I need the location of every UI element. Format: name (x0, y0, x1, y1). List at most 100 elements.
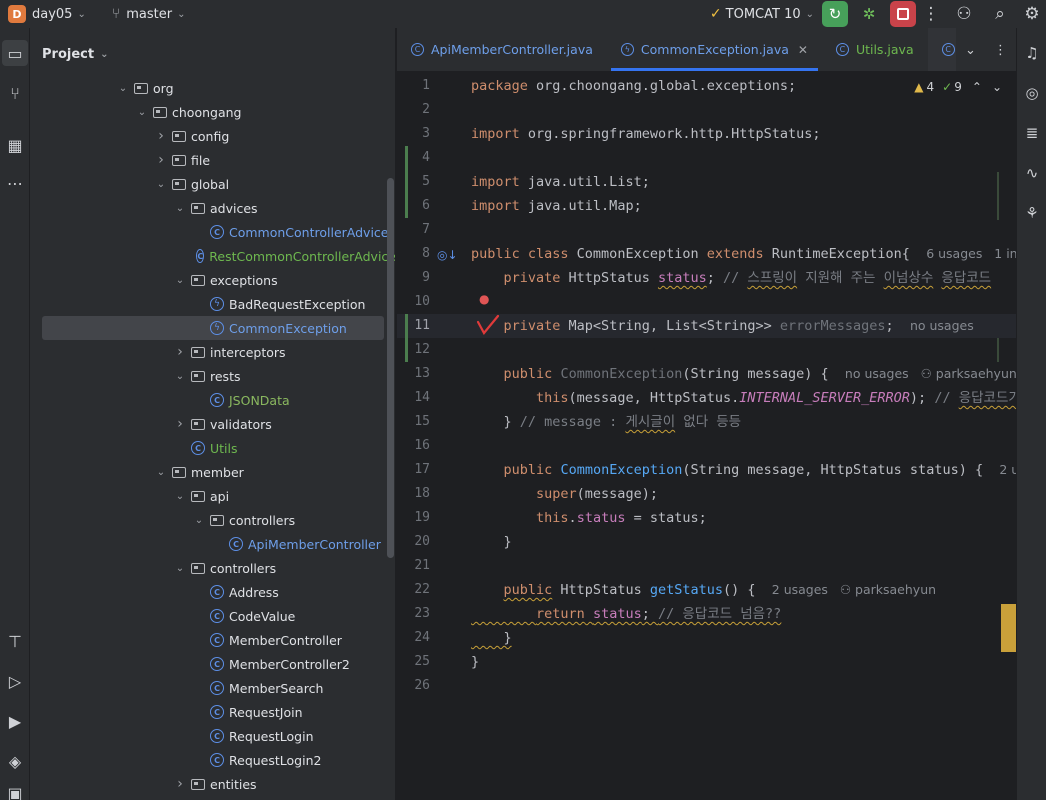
chevron-down-icon[interactable]: ⌄ (806, 9, 814, 20)
tree-item-codevalue[interactable]: C CodeValue (30, 604, 395, 628)
tree-item-validators[interactable]: › validators (30, 412, 395, 436)
chevron-right-icon[interactable]: › (154, 152, 168, 168)
tree-item-membersearch[interactable]: C MemberSearch (30, 676, 395, 700)
line-number[interactable]: 25 (397, 654, 430, 669)
code-line[interactable]: import java.util.List; (471, 170, 650, 194)
stop-button[interactable] (890, 1, 916, 27)
gear-icon[interactable]: ⚙ (1018, 4, 1046, 24)
line-number[interactable]: 15 (397, 414, 430, 429)
code-line[interactable]: } (471, 530, 512, 554)
more-actions-icon[interactable]: ⋮ (916, 4, 946, 24)
notifications-icon[interactable]: ♫ (1017, 40, 1046, 66)
tree-item-address[interactable]: C Address (30, 580, 395, 604)
tree-item-advices[interactable]: ⌄ advices (30, 196, 395, 220)
tree-item-org[interactable]: ⌄ org (30, 76, 395, 100)
override-gutter-icon[interactable]: ◎↓ (437, 248, 458, 262)
chevron-down-icon[interactable]: ⌄ (992, 80, 1002, 94)
code-line[interactable]: private HttpStatus status; // 스프링이 지원해 주… (471, 266, 992, 290)
line-number[interactable]: 2 (397, 102, 430, 117)
line-number[interactable]: 9 (397, 270, 430, 285)
tree-item-entities[interactable]: › entities (30, 772, 395, 796)
tree-item-config[interactable]: › config (30, 124, 395, 148)
line-number[interactable]: 17 (397, 462, 430, 477)
chevron-down-icon[interactable]: ⌄ (177, 9, 185, 20)
rerun-button[interactable]: ↻ (822, 1, 848, 27)
services-icon[interactable]: ▷ (0, 668, 30, 694)
line-number[interactable]: 18 (397, 486, 430, 501)
line-number[interactable]: 21 (397, 558, 430, 573)
line-number[interactable]: 11 (397, 318, 430, 333)
line-number[interactable]: 22 (397, 582, 430, 597)
build-icon[interactable]: ⊤ (0, 628, 30, 654)
tree-item-controllers[interactable]: ⌄ controllers (30, 508, 395, 532)
line-number[interactable]: 7 (397, 222, 430, 237)
line-number[interactable]: 5 (397, 174, 430, 189)
run-icon[interactable]: ▶ (0, 708, 30, 734)
code-line[interactable]: public class CommonException extends Run… (471, 242, 1016, 266)
code-line[interactable]: import java.util.Map; (471, 194, 642, 218)
line-number[interactable]: 8 (397, 246, 430, 261)
chevron-down-icon[interactable]: ⌄ (100, 49, 108, 60)
tree-item-utils[interactable]: C Utils (30, 436, 395, 460)
chevron-down-icon[interactable]: ⌄ (173, 563, 187, 574)
run-configuration[interactable]: TOMCAT 10 (726, 7, 801, 22)
line-number[interactable]: 14 (397, 390, 430, 405)
project-badge[interactable]: D (8, 5, 26, 23)
database-icon[interactable]: ≣ (1017, 120, 1046, 146)
code-editor[interactable]: 1 package org.choongang.global.exceptions… (397, 72, 1016, 800)
branch-name[interactable]: master (126, 7, 172, 22)
line-number[interactable]: 24 (397, 630, 430, 645)
chevron-down-icon[interactable]: ⌄ (154, 179, 168, 190)
tree-item-file[interactable]: › file (30, 148, 395, 172)
line-number[interactable]: 16 (397, 438, 430, 453)
line-number[interactable]: 4 (397, 150, 430, 165)
close-icon[interactable]: ✕ (798, 43, 808, 57)
code-line[interactable]: this(message, HttpStatus.INTERNAL_SERVER… (471, 386, 1016, 410)
endpoints-icon[interactable]: ∿ (1017, 160, 1046, 186)
chevron-down-icon[interactable]: ⌄ (965, 43, 976, 58)
tree-item-commonexception[interactable]: ϟ CommonException (42, 316, 384, 340)
chevron-right-icon[interactable]: › (173, 344, 187, 360)
tree-item-commoncontrolleradvice[interactable]: C CommonControllerAdvice (30, 220, 395, 244)
tree-item-exceptions[interactable]: ⌄ exceptions (30, 268, 395, 292)
structure-icon[interactable]: ▦ (0, 132, 30, 158)
commit-icon[interactable]: ⑂ (0, 80, 30, 106)
chevron-down-icon[interactable]: ⌄ (173, 491, 187, 502)
code-line[interactable]: return status; // 응답코드 넘음?? (471, 602, 781, 626)
line-number[interactable]: 12 (397, 342, 430, 357)
code-line[interactable]: private Map<String, List<String>> errorM… (471, 314, 974, 338)
chevron-right-icon[interactable]: › (173, 416, 187, 432)
add-user-icon[interactable]: ⚇ (946, 4, 982, 24)
python-console-icon[interactable]: ⚘ (1017, 200, 1046, 226)
more-actions-icon[interactable]: ⋮ (994, 43, 1007, 58)
tree-item-membercontroller2[interactable]: C MemberController2 (30, 652, 395, 676)
code-line[interactable]: public CommonException(String message, H… (471, 458, 1016, 482)
code-line[interactable]: import org.springframework.http.HttpStat… (471, 122, 821, 146)
tree-item-requestlogin2[interactable]: C RequestLogin2 (30, 748, 395, 772)
chevron-down-icon[interactable]: ⌄ (77, 9, 85, 20)
tab-commonexception-java[interactable]: ϟ CommonException.java ✕ (607, 28, 822, 71)
chevron-down-icon[interactable]: ⌄ (173, 275, 187, 286)
project-panel-header[interactable]: Project ⌄ (30, 28, 395, 80)
code-line[interactable]: package org.choongang.global.exceptions; (471, 74, 796, 98)
tree-item-global[interactable]: ⌄ global (30, 172, 395, 196)
code-line[interactable]: public CommonException(String message) {… (471, 362, 1016, 386)
chevron-down-icon[interactable]: ⌄ (116, 83, 130, 94)
tree-item-requestlogin[interactable]: C RequestLogin (30, 724, 395, 748)
tree-item-choongang[interactable]: ⌄ choongang (30, 100, 395, 124)
line-number[interactable]: 20 (397, 534, 430, 549)
scrollbar-warning-marker[interactable] (1001, 604, 1016, 652)
layers-icon[interactable]: ◈ (0, 748, 30, 774)
code-line[interactable]: public HttpStatus getStatus() { 2 usages… (471, 578, 937, 602)
tree-item-controllers[interactable]: ⌄ controllers (30, 556, 395, 580)
tree-item-member[interactable]: ⌄ member (30, 460, 395, 484)
code-line[interactable]: super(message); (471, 482, 658, 506)
terminal-icon[interactable]: ▣ (0, 780, 30, 800)
chevron-up-icon[interactable]: ⌃ (972, 80, 982, 94)
code-line[interactable]: this.status = status; (471, 506, 707, 530)
chevron-down-icon[interactable]: ⌄ (154, 467, 168, 478)
project-folder-icon[interactable]: ▭ (2, 40, 28, 66)
chevron-right-icon[interactable]: › (173, 776, 187, 792)
tab-utils-java[interactable]: C Utils.java (822, 28, 928, 71)
tree-item-requestjoin[interactable]: C RequestJoin (30, 700, 395, 724)
